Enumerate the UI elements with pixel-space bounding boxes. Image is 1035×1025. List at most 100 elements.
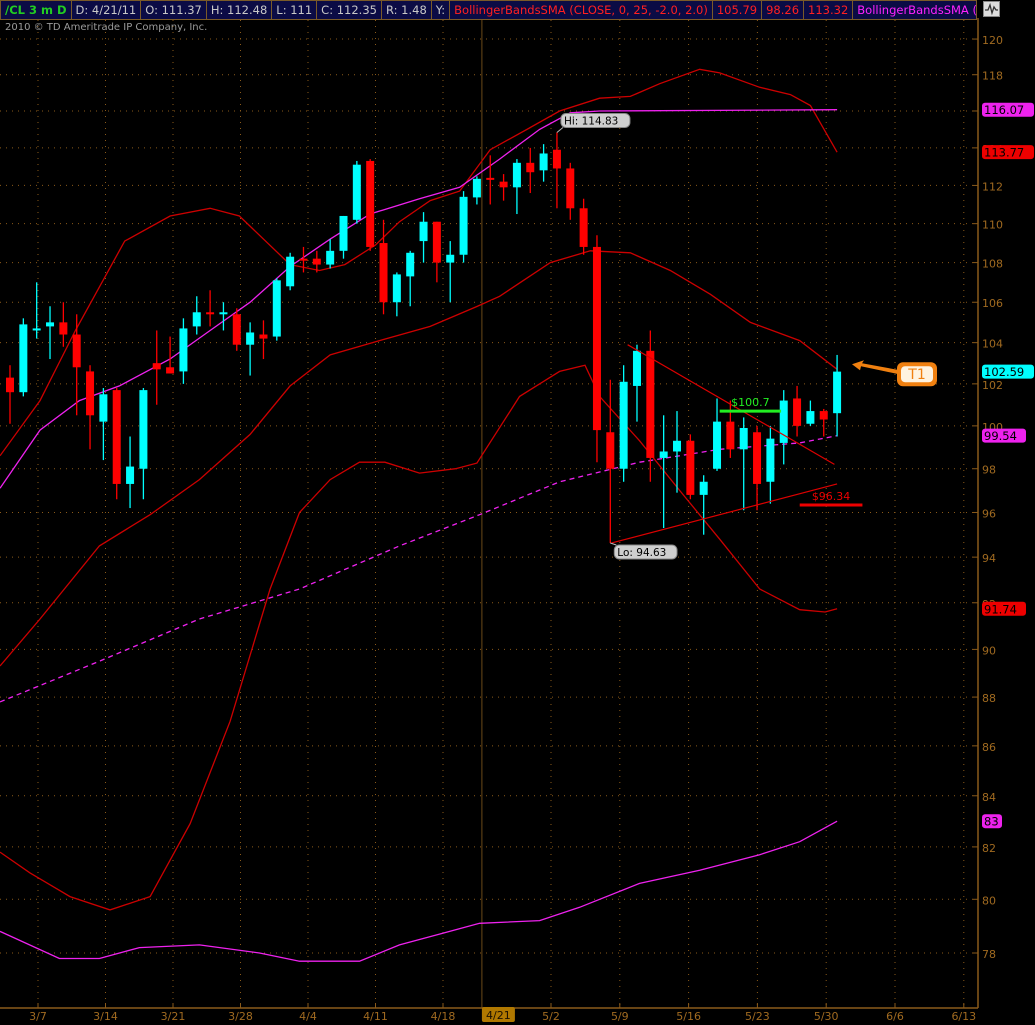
candle-body [552, 149, 561, 169]
trendline-lower [611, 483, 838, 544]
candle [366, 159, 375, 251]
candle-body [753, 432, 762, 484]
candle-body [312, 258, 321, 265]
x-tick-label: 5/16 [676, 1010, 701, 1023]
candle [793, 385, 802, 437]
y-readout: Y: [432, 1, 451, 19]
candle-body [72, 334, 81, 368]
lo-label-pointer [610, 542, 617, 546]
candle-body [512, 162, 521, 188]
close-readout: C: 112.35 [317, 1, 382, 19]
y-tick-label: 86 [982, 741, 996, 754]
indicator-lines [0, 68, 838, 962]
candle-body [713, 421, 722, 469]
candle-body [232, 314, 241, 345]
annotations: $100.7 $96.34 Hi: 114.83 Lo: 94.63 T1 [556, 112, 937, 560]
candle [499, 174, 508, 201]
candle [352, 160, 361, 224]
price-level-red-label: $96.34 [812, 490, 851, 503]
study1-low-value: 98.26 [762, 1, 805, 19]
candle-body [486, 177, 495, 180]
x-tick-label: 6/13 [951, 1010, 976, 1023]
candle [552, 132, 561, 209]
candle [619, 365, 628, 482]
candle [166, 336, 175, 374]
studies-icon [985, 2, 998, 16]
candle [739, 417, 748, 511]
candle-body [32, 328, 41, 331]
x-tick-label: 3/14 [93, 1010, 118, 1023]
indicator-bb-lower-2 [0, 820, 838, 962]
candle-body [406, 252, 415, 277]
y-tick-label: 90 [982, 644, 996, 657]
candle-body [726, 421, 735, 450]
x-tick-label: 3/21 [161, 1010, 186, 1023]
candle-body [592, 246, 601, 431]
candle [126, 436, 135, 509]
candle-body [686, 440, 695, 495]
price-chart[interactable]: $100.7 $96.34 Hi: 114.83 Lo: 94.63 T1 120 118… [0, 0, 1035, 1025]
cursor-date-label: 4/21 [486, 1009, 511, 1022]
candle-body [446, 254, 455, 263]
indicator-bb-upper-2 [0, 109, 838, 489]
x-tick-label: 4/4 [299, 1010, 317, 1023]
candle-body [673, 440, 681, 452]
candle [139, 388, 148, 500]
candle-body [152, 363, 161, 370]
y-tick-label: 88 [982, 692, 996, 705]
candle-body [459, 196, 468, 255]
candle-body [793, 398, 802, 426]
candle-body [806, 411, 815, 424]
candle [726, 400, 735, 458]
candle-body [646, 350, 655, 458]
candle-body [833, 371, 842, 414]
chart-header: /CL 3 m D D: 4/21/11 O: 111.37 H: 112.48… [0, 0, 977, 20]
x-tick-label: 4/11 [363, 1010, 388, 1023]
price-level-green-label: $100.7 [731, 396, 770, 409]
candle [512, 159, 521, 215]
candle-body [352, 164, 361, 220]
candle [339, 215, 348, 259]
candle-body [619, 381, 628, 469]
candle [646, 330, 655, 482]
candle-body [339, 215, 348, 251]
candle [99, 388, 108, 461]
candle-body [286, 256, 295, 287]
candle-body [419, 221, 428, 242]
grid [0, 20, 978, 1008]
x-tick-label: 3/7 [29, 1010, 47, 1023]
y-tick-label: 82 [982, 842, 996, 855]
candle-body [299, 258, 308, 261]
candle [59, 302, 68, 347]
candle [446, 241, 455, 303]
x-tick-label: 5/9 [611, 1010, 629, 1023]
x-tick-label: 4/18 [431, 1010, 456, 1023]
candle-body [206, 312, 215, 315]
range-readout: R: 1.48 [382, 1, 432, 19]
hi-label: Hi: 114.83 [564, 115, 618, 127]
y-tick-label: 78 [982, 948, 996, 961]
candle-body [126, 466, 135, 484]
candle [579, 198, 588, 255]
x-tick-label: 5/30 [814, 1010, 839, 1023]
candle-body [46, 322, 55, 327]
candle-body [272, 280, 281, 337]
candle-body [166, 367, 175, 374]
candle [179, 318, 188, 384]
y-tick-label: 118 [982, 70, 1003, 83]
candle-body [699, 481, 708, 495]
study2-label[interactable]: BollingerBandsSMA (CLOSE, 0... [853, 1, 976, 19]
indicator-bb25-lower [0, 364, 838, 911]
candle [432, 221, 441, 283]
candle-body [179, 328, 188, 372]
symbol-label[interactable]: /CL 3 m D [1, 1, 72, 19]
candle [673, 411, 681, 493]
candle [419, 212, 428, 263]
y-tick-label: 120 [982, 34, 1003, 47]
candle-body [499, 181, 508, 188]
study1-label[interactable]: BollingerBandsSMA (CLOSE, 0, 25, -2.0, 2… [450, 1, 713, 19]
date-readout: D: 4/21/11 [72, 1, 142, 19]
studies-button[interactable] [983, 1, 1000, 17]
study1-mid-value: 105.79 [713, 1, 763, 19]
candle [46, 306, 55, 360]
